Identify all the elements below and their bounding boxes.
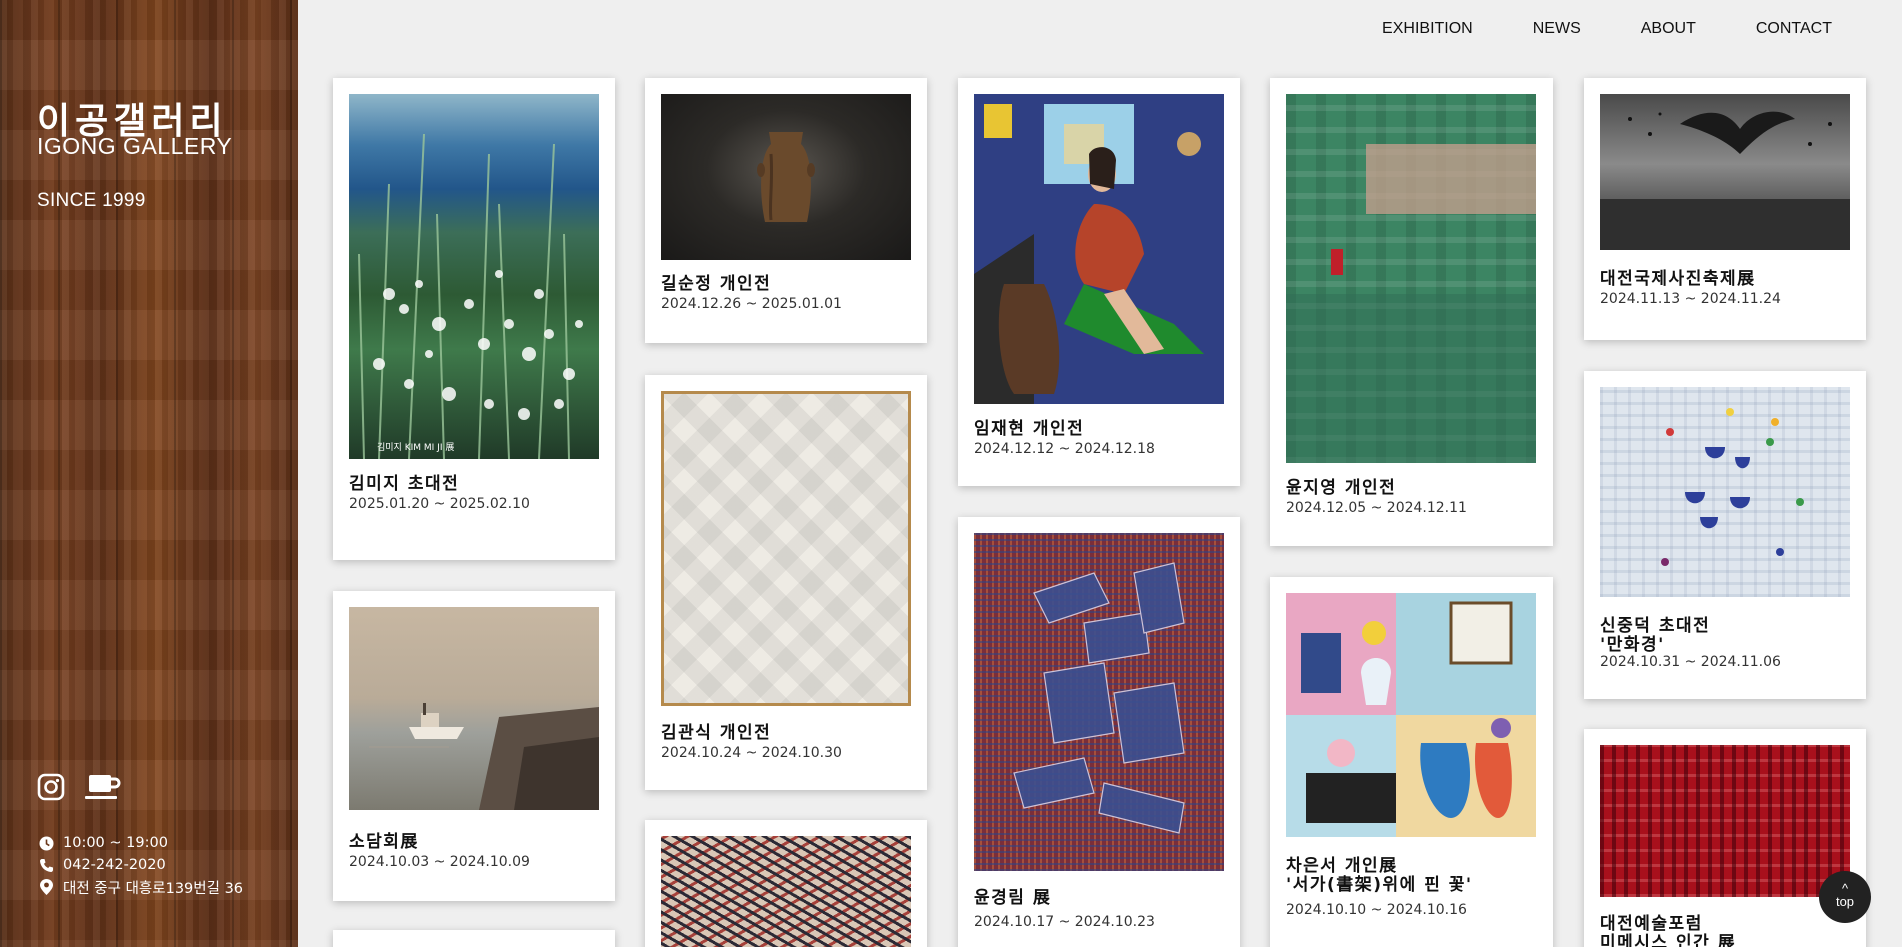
exhibition-poster-image[interactable] bbox=[1600, 94, 1850, 250]
exhibition-date: 2024.10.10 ~ 2024.10.16 bbox=[1286, 902, 1467, 918]
phone-row: 042-242-2020 bbox=[37, 854, 243, 876]
exhibition-poster-image[interactable] bbox=[349, 607, 599, 810]
exhibition-date: 2024.10.24 ~ 2024.10.30 bbox=[661, 745, 842, 761]
exhibition-card[interactable]: 임재현 개인전 2024.12.12 ~ 2024.12.18 bbox=[958, 78, 1240, 486]
exhibition-title[interactable]: 신중덕 초대전 '만화경' bbox=[1600, 617, 1710, 655]
nav-contact[interactable]: CONTACT bbox=[1756, 20, 1832, 38]
exhibition-poster-image[interactable] bbox=[1600, 745, 1850, 897]
nav-news[interactable]: NEWS bbox=[1533, 20, 1581, 38]
exhibition-date: 2024.10.17 ~ 2024.10.23 bbox=[974, 914, 1155, 930]
contact-info: 10:00 ~ 19:00 042-242-2020 대전 중구 대흥로139번… bbox=[37, 832, 243, 898]
exhibition-card[interactable]: 김미지 KIM MI JI 展 김미지 초대전 2025.01.20 ~ 202… bbox=[333, 78, 615, 560]
top-navigation: EXHIBITION NEWS ABOUT CONTACT bbox=[1322, 20, 1832, 38]
exhibition-poster-image[interactable] bbox=[1600, 387, 1850, 597]
exhibition-poster-image[interactable] bbox=[974, 94, 1224, 404]
exhibition-card[interactable]: 윤경림 展 2024.10.17 ~ 2024.10.23 bbox=[958, 517, 1240, 947]
exhibition-title[interactable]: 차은서 개인展 '서가(書架)위에 핀 꽃' bbox=[1286, 857, 1473, 895]
exhibition-card[interactable]: 대전국제사진축제展 2024.11.13 ~ 2024.11.24 bbox=[1584, 78, 1866, 340]
gallery-title-english[interactable]: IGONG GALLERY bbox=[37, 133, 232, 160]
clock-icon bbox=[37, 835, 55, 851]
map-pin-icon bbox=[37, 879, 55, 895]
exhibition-title[interactable]: 윤지영 개인전 bbox=[1286, 479, 1396, 498]
phone-text: 042-242-2020 bbox=[63, 857, 166, 873]
address-row: 대전 중구 대흥로139번길 36 bbox=[37, 876, 243, 898]
scroll-to-top-button[interactable]: ^ top bbox=[1819, 871, 1871, 923]
exhibition-card[interactable]: 김관식 개인전 2024.10.24 ~ 2024.10.30 bbox=[645, 375, 927, 790]
exhibition-card[interactable]: 대전예술포럼 미메시스 인간 展 bbox=[1584, 729, 1866, 947]
exhibition-poster-image[interactable] bbox=[1286, 593, 1536, 837]
exhibition-poster-image[interactable] bbox=[661, 836, 911, 947]
exhibition-poster-image[interactable] bbox=[974, 533, 1224, 871]
social-links bbox=[37, 772, 123, 802]
exhibition-poster-image[interactable] bbox=[661, 391, 911, 706]
exhibition-date: 2024.11.13 ~ 2024.11.24 bbox=[1600, 291, 1781, 307]
exhibition-title[interactable]: 길순정 개인전 bbox=[661, 275, 771, 294]
exhibition-card[interactable]: 윤지영 개인전 2024.12.05 ~ 2024.12.11 bbox=[1270, 78, 1553, 546]
exhibition-title[interactable]: 소담회展 bbox=[349, 833, 419, 852]
nav-about[interactable]: ABOUT bbox=[1641, 20, 1696, 38]
exhibition-date: 2024.12.26 ~ 2025.01.01 bbox=[661, 296, 842, 312]
exhibition-poster-image[interactable] bbox=[1286, 94, 1536, 463]
since-label: SINCE 1999 bbox=[37, 190, 146, 211]
exhibition-card[interactable] bbox=[645, 820, 927, 947]
exhibition-title[interactable]: 김관식 개인전 bbox=[661, 724, 771, 743]
exhibition-card[interactable]: 소담회展 2024.10.03 ~ 2024.10.09 bbox=[333, 591, 615, 901]
exhibition-date: 2025.01.20 ~ 2025.02.10 bbox=[349, 496, 530, 512]
hours-text: 10:00 ~ 19:00 bbox=[63, 835, 168, 851]
exhibition-date: 2024.10.03 ~ 2024.10.09 bbox=[349, 854, 530, 870]
poster-caption: 김미지 KIM MI JI 展 bbox=[377, 443, 455, 453]
sidebar: 이공갤러리 IGONG GALLERY SINCE 1999 10:00 ~ 1… bbox=[0, 0, 298, 947]
exhibition-card[interactable]: 길순정 개인전 2024.12.26 ~ 2025.01.01 bbox=[645, 78, 927, 343]
instagram-icon[interactable] bbox=[37, 773, 65, 801]
hours-row: 10:00 ~ 19:00 bbox=[37, 832, 243, 854]
exhibition-title[interactable]: 대전예술포럼 미메시스 인간 展 bbox=[1600, 915, 1736, 947]
exhibition-card[interactable]: 차은서 개인展 '서가(書架)위에 핀 꽃' 2024.10.10 ~ 2024… bbox=[1270, 577, 1553, 947]
exhibition-title[interactable]: 김미지 초대전 bbox=[349, 475, 459, 494]
address-text: 대전 중구 대흥로139번길 36 bbox=[63, 880, 244, 897]
exhibition-card[interactable] bbox=[333, 930, 615, 947]
exhibition-poster-image[interactable] bbox=[661, 94, 911, 260]
exhibition-date: 2024.12.05 ~ 2024.12.11 bbox=[1286, 500, 1467, 516]
exhibition-card[interactable]: 신중덕 초대전 '만화경' 2024.10.31 ~ 2024.11.06 bbox=[1584, 371, 1866, 699]
exhibition-poster-image[interactable]: 김미지 KIM MI JI 展 bbox=[349, 94, 599, 459]
coffee-cup-icon[interactable] bbox=[85, 772, 123, 802]
exhibition-date: 2024.12.12 ~ 2024.12.18 bbox=[974, 441, 1155, 457]
nav-exhibition[interactable]: EXHIBITION bbox=[1382, 20, 1473, 38]
exhibition-title[interactable]: 윤경림 展 bbox=[974, 889, 1051, 908]
exhibition-title[interactable]: 임재현 개인전 bbox=[974, 420, 1084, 439]
exhibition-title[interactable]: 대전국제사진축제展 bbox=[1600, 270, 1756, 289]
top-button-label: top bbox=[1835, 894, 1855, 909]
phone-icon bbox=[37, 857, 55, 873]
exhibition-date: 2024.10.31 ~ 2024.11.06 bbox=[1600, 654, 1781, 670]
